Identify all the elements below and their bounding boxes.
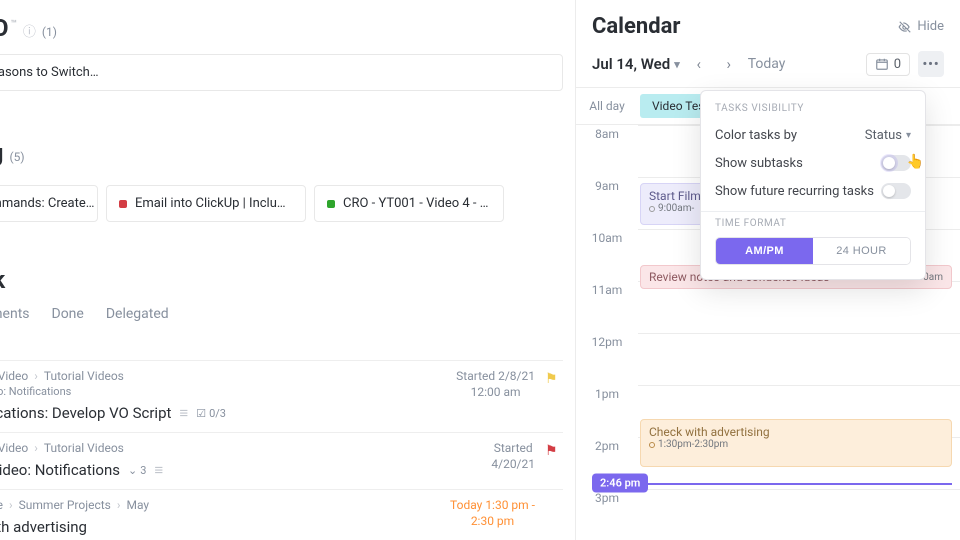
card-label: ommands: Create… (0, 196, 94, 211)
task-title: otifications: Develop VO Script ≡ ☑0/3 (0, 404, 563, 422)
next-day-button[interactable]: › (718, 53, 740, 75)
count-value: 0 (894, 57, 901, 72)
flag-icon[interactable] (545, 443, 559, 457)
hour-cell[interactable] (638, 333, 960, 385)
card-cro-video[interactable]: CRO - YT001 - Video 4 - … (314, 185, 504, 222)
ork-tabs: omments Done Delegated (0, 306, 563, 322)
more-button[interactable]: ••• (918, 51, 944, 77)
now-line (638, 483, 952, 485)
breadcrumb: ve› Video› Tutorial Videos (0, 441, 563, 455)
tab-done[interactable]: Done (52, 306, 84, 322)
group-title-3: ork (0, 266, 5, 294)
date-picker[interactable]: Jul 14, Wed ▾ (592, 55, 680, 73)
popover-section-label: TASKS VISIBILITY (715, 103, 911, 114)
calendar-toolbar: Jul 14, Wed ▾ ‹ › Today 0 ••• (576, 47, 960, 87)
group-count-2: (5) (10, 150, 25, 164)
card-commands[interactable]: ommands: Create… (0, 185, 98, 222)
color-tasks-by-dropdown[interactable]: Status ▾ (865, 128, 911, 143)
group-header-2: ing (5) (0, 139, 563, 167)
tab-delegated[interactable]: Delegated (106, 306, 169, 322)
event-advertising[interactable]: Check with advertising 1:30pm-2:30pm (640, 419, 952, 467)
today-button[interactable]: Today (748, 56, 786, 72)
color-tasks-by-label: Color tasks by (715, 128, 797, 143)
segment-ampm[interactable]: AM/PM (716, 238, 813, 264)
task-date: Started4/20/21 (491, 441, 535, 472)
card-label: Email into ClickUp | Inclu… (135, 196, 286, 211)
hour-cell[interactable] (638, 489, 960, 540)
group-header-3: ork (0, 266, 563, 294)
cursor-icon: 👆 (907, 154, 924, 170)
task-row[interactable]: Space› Summer Projects› May k with adver… (0, 489, 563, 540)
date-label-text: Jul 14, Wed (592, 55, 670, 73)
status-dot-green (327, 200, 335, 208)
card-label: CRO - YT001 - Video 4 - … (343, 196, 488, 211)
hour-label: 1pm (576, 385, 638, 437)
prev-day-button[interactable]: ‹ (688, 53, 710, 75)
hour-label: 9am (576, 177, 638, 229)
card-email-clickup[interactable]: Email into ClickUp | Inclu… (106, 185, 306, 222)
tasks-visibility-popover: TASKS VISIBILITY Color tasks by Status ▾… (700, 90, 926, 280)
unscheduled-count[interactable]: 0 (866, 53, 910, 76)
hide-button[interactable]: Hide (898, 19, 944, 34)
calendar-title: Calendar (592, 14, 680, 39)
chevron-down-icon: ▾ (906, 130, 911, 141)
subtask-pill: ⌄3 (128, 464, 146, 477)
eye-off-icon (898, 20, 912, 34)
hour-label: 10am (576, 229, 638, 281)
group-title-suffix: O (0, 14, 9, 42)
task-row[interactable]: ve› Video› Tutorial Videos l Video: Noti… (0, 360, 563, 432)
description-icon: ≡ (179, 404, 188, 422)
time-format-segment: AM/PM 24 HOUR (715, 237, 911, 265)
allday-label: All day (576, 89, 638, 123)
event-title: Check with advertising (649, 425, 943, 439)
results-count: 3) (0, 336, 563, 350)
task-date: Started 2/8/2112:00 am (456, 369, 535, 400)
status-dot-red (119, 200, 127, 208)
card-reasons-switch[interactable]: Reasons to Switch… (0, 54, 563, 91)
hour-label: 8am (576, 125, 638, 177)
group-count-1: (1) (42, 25, 57, 39)
hour-label: 3pm (576, 489, 638, 540)
checklist-pill: ☑0/3 (196, 407, 226, 420)
trademark: ™ (11, 19, 17, 30)
task-row[interactable]: ve› Video› Tutorial Videos ial Video: No… (0, 432, 563, 489)
group-header-1: O™ ⓘ (1) (0, 14, 563, 42)
show-subtasks-label: Show subtasks (715, 156, 803, 171)
divider (701, 211, 925, 212)
event-time: 1:30pm-2:30pm (649, 439, 943, 450)
popover-section-label: TIME FORMAT (715, 218, 911, 229)
group-title-2: ing (0, 139, 4, 167)
show-recurring-label: Show future recurring tasks (715, 184, 874, 199)
hour-label: 12pm (576, 333, 638, 385)
calendar-icon (875, 57, 889, 71)
now-badge: 2:46 pm (592, 474, 648, 493)
description-icon: ≡ (154, 461, 163, 479)
task-title: ial Video: Notifications ⌄3 ≡ (0, 461, 563, 479)
segment-24hour[interactable]: 24 HOUR (813, 238, 910, 264)
info-icon: ⓘ (23, 21, 36, 40)
dropdown-value: Status (865, 128, 902, 143)
chevron-down-icon: ▾ (674, 58, 680, 71)
tab-comments[interactable]: omments (0, 306, 30, 322)
left-panel: O™ ⓘ (1) Reasons to Switch… ing (5) omma… (0, 0, 576, 540)
task-date: Today 1:30 pm -2:30 pm (450, 498, 535, 529)
hide-label: Hide (917, 19, 944, 34)
show-recurring-toggle[interactable] (881, 183, 911, 199)
hour-label: 11am (576, 281, 638, 333)
flag-icon[interactable] (545, 371, 559, 385)
